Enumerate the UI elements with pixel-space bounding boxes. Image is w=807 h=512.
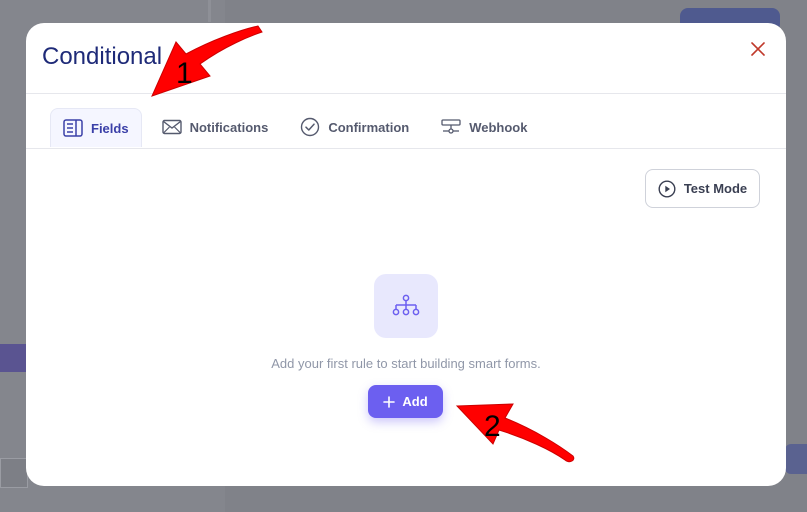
play-circle-icon [658,179,676,198]
conditional-modal: Conditional Fields Notifications Confirm… [26,23,786,486]
modal-title: Conditional [42,43,163,70]
tab-fields[interactable]: Fields [50,108,142,147]
tab-webhook[interactable]: Webhook [429,108,539,146]
background-active-item [0,344,26,372]
tab-notifications[interactable]: Notifications [150,108,281,146]
add-label: Add [402,394,428,409]
background-divider [208,0,211,22]
tab-label: Notifications [189,119,269,135]
empty-state-message: Add your first rule to start building sm… [271,356,541,371]
sitemap-icon [392,294,420,316]
tab-label: Fields [91,120,129,136]
fields-icon [63,119,83,137]
background-left-button [0,458,28,488]
header-divider [26,93,786,94]
add-rule-button[interactable]: Add [368,385,443,418]
test-mode-button[interactable]: Test Mode [645,169,760,208]
webhook-icon [441,119,461,134]
annotation-label-1: 1 [176,57,193,90]
test-mode-label: Test Mode [683,181,748,196]
tab-confirmation[interactable]: Confirmation [288,108,421,146]
close-button[interactable] [748,39,768,59]
tab-label: Confirmation [328,119,410,135]
close-icon [751,42,765,56]
envelope-icon [161,119,182,135]
check-circle-icon [301,117,320,137]
annotation-label-2: 2 [484,410,501,443]
tabs-divider [26,148,786,149]
tab-bar: Fields Notifications Confirmation Webhoo… [50,108,547,148]
plus-icon [383,395,396,408]
background-right-button [785,444,807,474]
tab-label: Webhook [469,119,528,135]
empty-state-icon-box [374,274,438,338]
